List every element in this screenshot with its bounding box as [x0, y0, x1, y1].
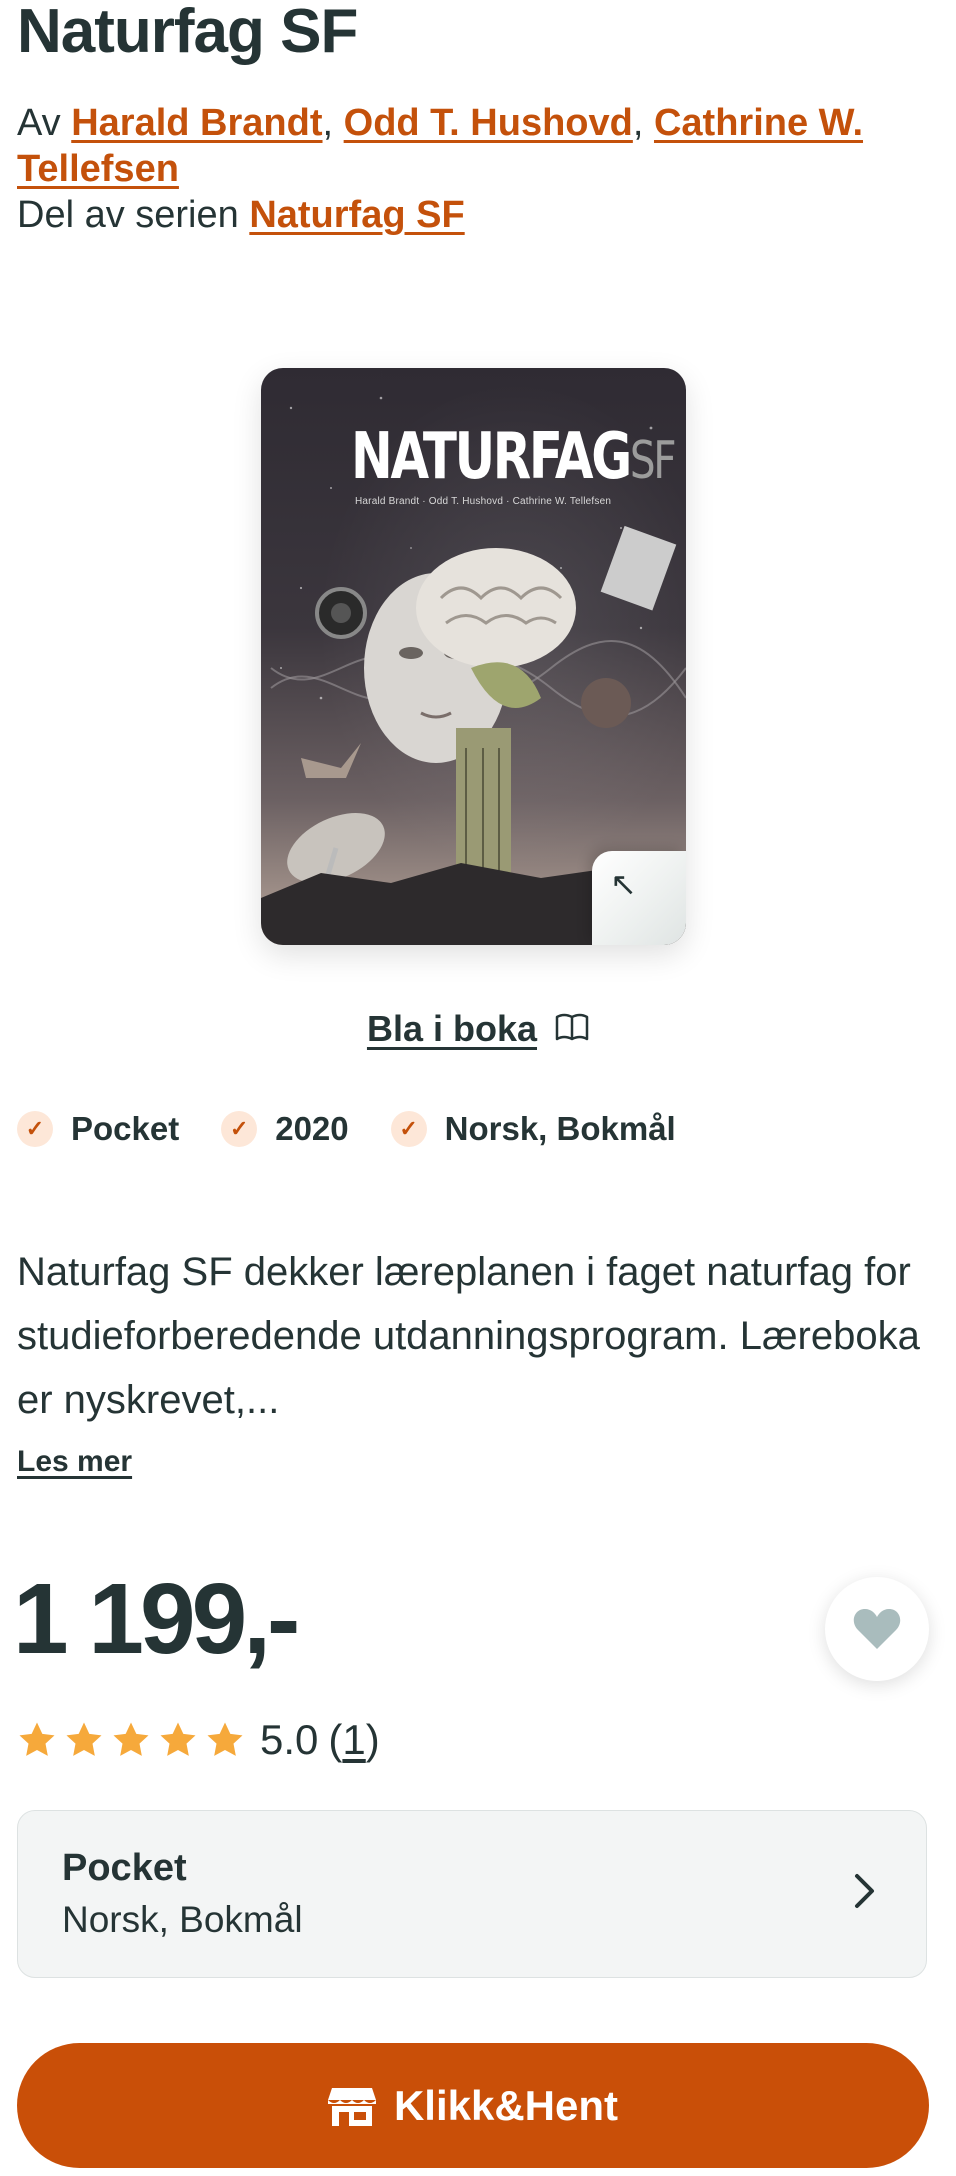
format-language: Norsk, Bokmål [62, 1899, 303, 1940]
rating-count-open: ( [328, 1716, 343, 1763]
format-name: Pocket [62, 1847, 187, 1889]
rating: 5.0 (1) [17, 1716, 380, 1764]
expand-arrow-icon: ↖ [610, 866, 637, 902]
series-prefix: Del av serien [17, 194, 239, 236]
open-book-icon [555, 1010, 589, 1052]
attribute-format: ✓ Pocket [17, 1110, 179, 1148]
cover-title-main: NATURFAG [351, 420, 632, 494]
star-icon [160, 1722, 196, 1756]
rating-score: 5.0 [260, 1716, 319, 1763]
star-icon [19, 1722, 55, 1756]
rating-count-close: ) [365, 1716, 380, 1763]
price: 1 199,- [13, 1563, 300, 1675]
rating-count: (1) [328, 1716, 379, 1764]
browse-book-link[interactable]: Bla i boka [367, 1008, 537, 1049]
click-and-collect-label: Klikk&Hent [393, 2081, 619, 2129]
chevron-right-icon [855, 1874, 874, 1908]
format-selector[interactable]: Pocket Norsk, Bokmål [17, 1810, 927, 1978]
series-link[interactable]: Naturfag SF [249, 194, 464, 236]
read-more-link[interactable]: Les mer [17, 1445, 132, 1478]
authors-line: Av Harald Brandt, Odd T. Hushovd, Cathri… [17, 102, 864, 190]
check-icon: ✓ [390, 1111, 427, 1147]
product-description: Naturfag SF dekker læreplanen i faget na… [17, 1250, 920, 1422]
author-link-odd-hushovd[interactable]: Odd T. Hushovd [344, 102, 633, 144]
expand-cover-button[interactable]: ↖ [592, 851, 686, 945]
product-attributes: ✓ Pocket ✓ 2020 ✓ Norsk, Bokmål [17, 1110, 718, 1148]
check-icon: ✓ [221, 1111, 258, 1147]
star-icon [207, 1722, 243, 1756]
read-more: Les mer [17, 1445, 132, 1479]
book-cover[interactable]: NATURFAGSF Harald Brandt · Odd T. Hushov… [261, 368, 686, 945]
cover-title: NATURFAGSF [351, 420, 677, 494]
favorite-button[interactable] [825, 1577, 929, 1681]
heart-icon [853, 1609, 901, 1649]
author-link-harald-brandt[interactable]: Harald Brandt [71, 102, 322, 144]
authors-prefix: Av [17, 102, 61, 144]
click-and-collect-button[interactable]: Klikk&Hent [17, 2043, 929, 2168]
attribute-language: ✓ Norsk, Bokmål [390, 1110, 676, 1148]
attribute-year: ✓ 2020 [221, 1110, 349, 1148]
attribute-label: Pocket [71, 1110, 180, 1147]
check-icon: ✓ [17, 1111, 53, 1147]
attribute-label: Norsk, Bokmål [444, 1110, 676, 1147]
product-title: Naturfag SF [17, 0, 358, 66]
attribute-label: 2020 [275, 1110, 349, 1147]
browse-book: Bla i boka [0, 1008, 956, 1052]
store-icon [327, 2087, 376, 2126]
star-icon [113, 1722, 149, 1756]
star-icon [66, 1722, 102, 1756]
cover-authors: Harald Brandt · Odd T. Hushovd · Cathrin… [355, 496, 612, 507]
series-line: Del av serien Naturfag SF [17, 192, 465, 238]
cover-title-suffix: SF [629, 431, 677, 491]
rating-count-link[interactable]: 1 [342, 1716, 365, 1763]
